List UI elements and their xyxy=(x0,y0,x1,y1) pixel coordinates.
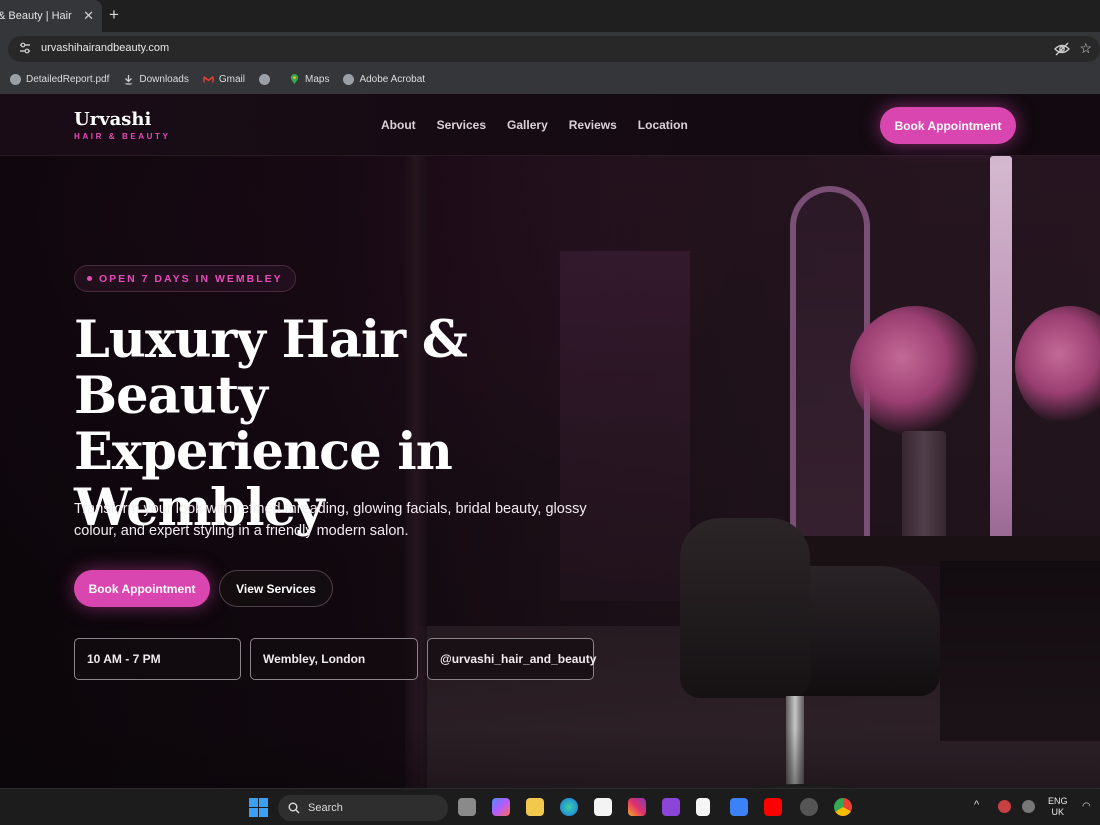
chrome-icon[interactable] xyxy=(834,798,852,816)
hero-book-appointment-button[interactable]: Book Appointment xyxy=(74,570,210,607)
bookmark-unnamed[interactable] xyxy=(259,73,275,85)
instagram-card[interactable]: @urvashi_hair_and_beauty xyxy=(427,638,596,680)
chevron-up-icon[interactable]: ^ xyxy=(974,799,979,811)
tray-app-icon[interactable] xyxy=(1022,800,1035,813)
download-icon xyxy=(124,74,133,85)
bookmark-adobe-acrobat[interactable]: Adobe Acrobat xyxy=(343,73,426,85)
bookmark-gmail[interactable]: Gmail xyxy=(203,74,245,85)
edge-icon[interactable] xyxy=(560,798,578,816)
app-icon[interactable] xyxy=(730,798,748,816)
badge-text: OPEN 7 DAYS IN WEMBLEY xyxy=(99,272,283,285)
clipchamp-icon[interactable] xyxy=(662,798,680,816)
eye-off-icon[interactable] xyxy=(1054,41,1070,57)
bookmark-downloads[interactable]: Downloads xyxy=(123,73,189,85)
bookmarks-bar: DetailedReport.pdf Downloads Gmail Maps … xyxy=(0,64,1100,94)
header-book-appointment-button[interactable]: Book Appointment xyxy=(880,107,1016,144)
bookmark-label: DetailedReport.pdf xyxy=(26,73,110,85)
search-label: Search xyxy=(308,802,343,814)
bookmark-label: Maps xyxy=(305,73,330,85)
globe-icon xyxy=(10,73,21,85)
nav-reviews[interactable]: Reviews xyxy=(569,118,617,132)
flower-vase xyxy=(902,431,946,541)
site-settings-icon[interactable] xyxy=(18,41,32,55)
flower-arrangement xyxy=(1015,306,1100,426)
main-nav: About Services Gallery Reviews Location xyxy=(381,118,688,132)
salon-website: Urvashi HAIR & BEAUTY About Services Gal… xyxy=(0,94,1100,788)
nav-location[interactable]: Location xyxy=(638,118,688,132)
language-code: ENG xyxy=(1048,796,1068,806)
app-icon[interactable] xyxy=(800,798,818,816)
url-text: urvashihairandbeauty.com xyxy=(41,42,170,54)
nav-gallery[interactable]: Gallery xyxy=(507,118,548,132)
tab-strip: & Beauty | Hair Sa ✕ + xyxy=(0,0,1100,32)
tray-app-icon[interactable] xyxy=(998,800,1011,813)
salon-counter-cabinet xyxy=(940,561,1100,741)
file-explorer-icon[interactable] xyxy=(526,798,544,816)
view-services-button[interactable]: View Services xyxy=(219,570,333,607)
browser-toolbar: urvashihairandbeauty.com ☆ xyxy=(0,32,1100,64)
location-card: Wembley, London xyxy=(250,638,418,680)
globe-icon xyxy=(343,73,355,85)
hours-card: 10 AM - 7 PM xyxy=(74,638,241,680)
nav-about[interactable]: About xyxy=(381,118,416,132)
store-icon[interactable] xyxy=(594,798,612,816)
flower-arrangement xyxy=(850,306,980,436)
windows-taskbar: Search ^ ENG UK ◠ xyxy=(0,788,1100,825)
windows-start-icon[interactable] xyxy=(249,798,268,817)
bookmark-label: Adobe Acrobat xyxy=(359,73,426,85)
site-logo[interactable]: Urvashi HAIR & BEAUTY xyxy=(74,109,171,142)
globe-icon xyxy=(259,73,270,85)
bookmark-label: Downloads xyxy=(139,73,189,85)
close-tab-icon[interactable]: ✕ xyxy=(83,8,94,24)
bookmark-label: Gmail xyxy=(218,73,245,85)
site-header: Urvashi HAIR & BEAUTY About Services Gal… xyxy=(0,94,1100,156)
address-bar[interactable]: urvashihairandbeauty.com ☆ xyxy=(8,36,1100,62)
headline-line: Luxury Hair & Beauty xyxy=(74,310,468,426)
tab-title: & Beauty | Hair Sa xyxy=(0,10,74,22)
instagram-icon[interactable] xyxy=(628,798,646,816)
youtube-icon[interactable] xyxy=(764,798,782,816)
nav-services[interactable]: Services xyxy=(437,118,486,132)
taskbar-search[interactable]: Search xyxy=(278,795,448,821)
language-region: UK xyxy=(1051,807,1065,817)
wifi-icon[interactable]: ◠ xyxy=(1082,801,1091,812)
salon-chair-back xyxy=(680,518,810,698)
new-tab-button[interactable]: + xyxy=(109,6,119,24)
open-days-badge: OPEN 7 DAYS IN WEMBLEY xyxy=(74,265,296,292)
maps-icon xyxy=(290,73,299,84)
search-icon xyxy=(288,802,300,814)
bookmark-star-icon[interactable]: ☆ xyxy=(1079,40,1092,57)
hero-fade xyxy=(0,728,1100,788)
brand-name: Urvashi xyxy=(74,109,152,130)
notepad-icon[interactable] xyxy=(696,798,710,816)
bookmark-maps[interactable]: Maps xyxy=(289,73,330,85)
headline-line: Experience in xyxy=(74,422,453,482)
copilot-icon[interactable] xyxy=(492,798,510,816)
bookmark-detailed-report[interactable]: DetailedReport.pdf xyxy=(10,73,110,85)
badge-dot-icon xyxy=(87,276,92,281)
gmail-icon xyxy=(203,74,214,83)
browser-tab[interactable]: & Beauty | Hair Sa ✕ xyxy=(0,0,102,32)
task-view-icon[interactable] xyxy=(458,798,476,816)
language-indicator[interactable]: ENG UK xyxy=(1048,796,1068,818)
hero-subtext: Transform your look with refined threadi… xyxy=(74,501,587,539)
brand-tagline: HAIR & BEAUTY xyxy=(74,132,171,141)
